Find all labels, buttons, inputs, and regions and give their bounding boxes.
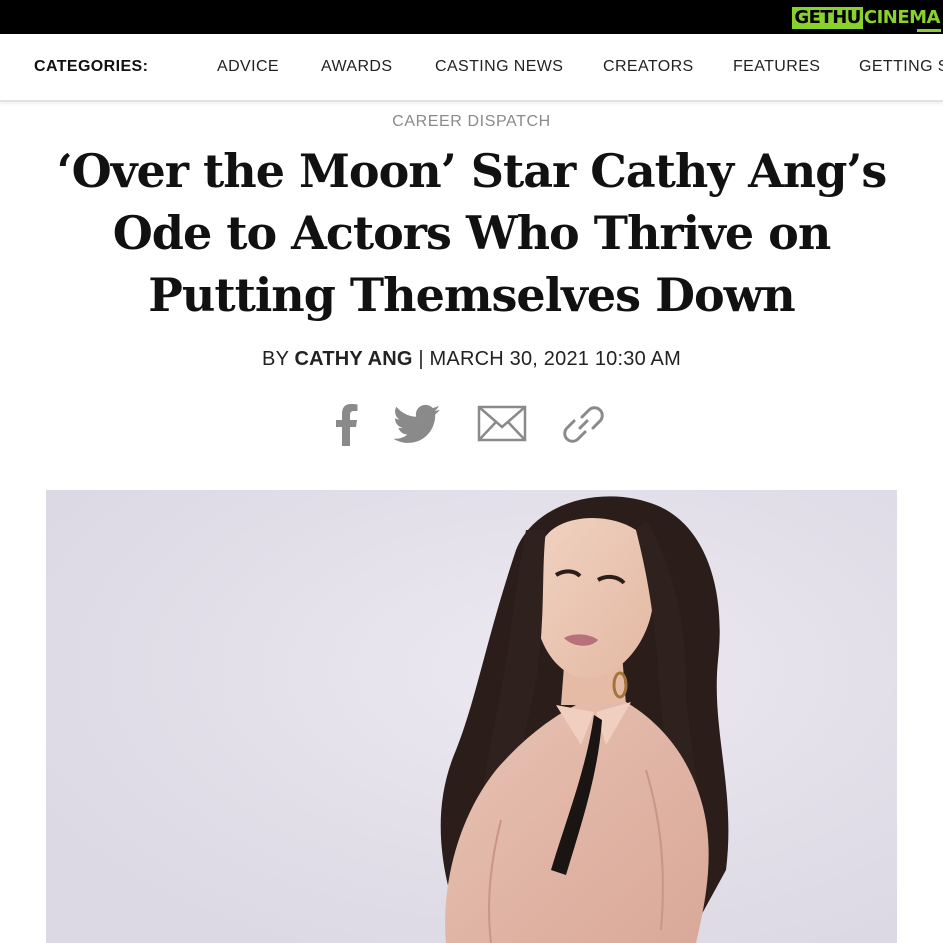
- nav-item-getting-started[interactable]: GETTING S: [859, 58, 943, 76]
- headline-line-1: ‘Over the Moon’ Star Cathy Ang’s: [56, 144, 888, 198]
- byline-prefix: BY: [262, 348, 295, 370]
- share-bar: [0, 400, 943, 450]
- top-bar: GETHU CINEMA: [0, 0, 943, 34]
- logo-text-right: CINEMA: [863, 7, 941, 28]
- category-nav: CATEGORIES: ADVICE AWARDS CASTING NEWS C…: [0, 34, 943, 102]
- byline-author[interactable]: CATHY ANG: [295, 348, 413, 370]
- headline-line-2: Ode to Actors Who Thrive on: [112, 206, 832, 260]
- nav-item-awards[interactable]: AWARDS: [321, 58, 392, 76]
- page: GETHU CINEMA CATEGORIES: ADVICE AWARDS CA…: [0, 0, 943, 943]
- article-headline: ‘Over the Moon’ Star Cathy Ang’s Ode to …: [40, 140, 903, 326]
- logo-text-left: GETHU: [792, 7, 863, 29]
- portrait-photo: [46, 490, 897, 943]
- nav-item-advice[interactable]: ADVICE: [217, 58, 279, 76]
- link-icon[interactable]: [560, 400, 606, 448]
- hero-image: [46, 490, 897, 943]
- categories-label: CATEGORIES:: [34, 58, 149, 75]
- nav-item-casting-news[interactable]: CASTING NEWS: [435, 58, 563, 76]
- nav-item-features[interactable]: FEATURES: [733, 58, 820, 76]
- facebook-icon[interactable]: [332, 400, 360, 448]
- byline-separator: |: [412, 348, 430, 370]
- article-category[interactable]: CAREER DISPATCH: [0, 113, 943, 131]
- email-icon[interactable]: [477, 400, 527, 448]
- article-byline: BY CATHY ANG | MARCH 30, 2021 10:30 AM: [0, 348, 943, 371]
- site-logo[interactable]: GETHU CINEMA: [792, 7, 941, 29]
- logo-underline: [917, 29, 941, 32]
- nav-item-creators[interactable]: CREATORS: [603, 58, 694, 76]
- headline-line-3: Putting Themselves Down: [148, 268, 795, 322]
- byline-date: MARCH 30, 2021 10:30 AM: [429, 348, 681, 370]
- twitter-icon[interactable]: [392, 400, 442, 448]
